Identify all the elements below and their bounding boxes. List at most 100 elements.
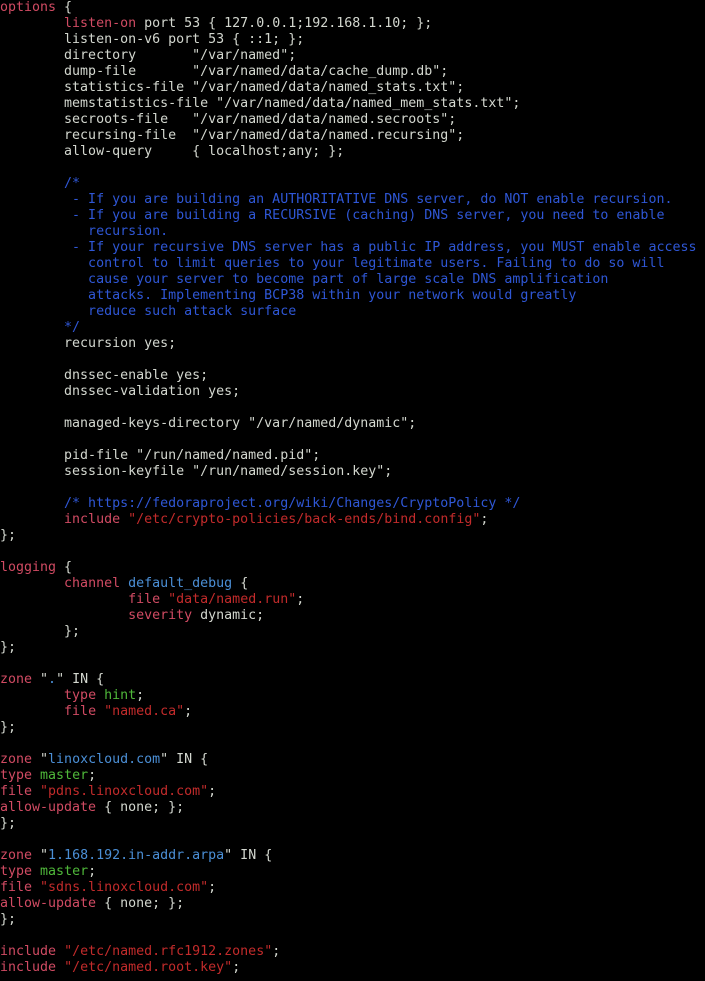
code-token-default — [32, 864, 40, 879]
code-token-default: ; — [208, 880, 217, 895]
code-token-default — [0, 16, 64, 31]
code-token-default: " IN { — [56, 672, 105, 687]
code-token-default — [56, 960, 64, 975]
code-token-string: "pdns.linoxcloud.com" — [40, 784, 209, 799]
code-token-keyword: allow-update — [0, 896, 97, 911]
code-token-default: dynamic; — [192, 608, 265, 623]
code-token-default: }; — [0, 640, 17, 655]
code-token-string: "/etc/named.root.key" — [64, 960, 233, 975]
code-token-comment: /* https://fedoraproject.org/wiki/Change… — [0, 496, 521, 511]
code-token-default: }; — [0, 720, 17, 735]
code-token-comment: */ — [0, 320, 81, 335]
code-token-keyword: channel — [64, 576, 121, 591]
code-token-default: ; — [184, 704, 193, 719]
code-line: listen-on-v6 port 53 { ::1; }; — [0, 32, 705, 48]
code-line: type master; — [0, 768, 705, 784]
code-token-default: directory "/var/named"; — [0, 48, 297, 63]
code-token-default — [96, 688, 104, 703]
code-token-default: ; — [296, 592, 305, 607]
code-token-default: ; — [136, 688, 145, 703]
code-token-comment: - If your recursive DNS server has a pub… — [0, 240, 697, 255]
code-token-default: " IN { — [224, 848, 273, 863]
code-line: cause your server to become part of larg… — [0, 272, 705, 288]
code-line: }; — [0, 624, 705, 640]
code-token-default: dnssec-validation yes; — [0, 384, 241, 399]
code-token-default: recursion yes; — [0, 336, 177, 351]
code-token-default — [120, 512, 128, 527]
code-editor-buffer[interactable]: options { listen-on port 53 { 127.0.0.1;… — [0, 0, 705, 976]
code-line: - If you are building a RECURSIVE (cachi… — [0, 208, 705, 224]
code-line: dump-file "/var/named/data/cache_dump.db… — [0, 64, 705, 80]
code-token-default — [0, 592, 128, 607]
code-line: type master; — [0, 864, 705, 880]
code-line: severity dynamic; — [0, 608, 705, 624]
code-line: dnssec-validation yes; — [0, 384, 705, 400]
code-line: file "sdns.linoxcloud.com"; — [0, 880, 705, 896]
code-line: }; — [0, 912, 705, 928]
code-token-type-value: master — [40, 864, 89, 879]
code-line: session-keyfile "/run/named/session.key"… — [0, 464, 705, 480]
code-line: channel default_debug { — [0, 576, 705, 592]
code-token-comment: control to limit queries to your legitim… — [0, 256, 665, 271]
code-token-default: dnssec-enable yes; — [0, 368, 209, 383]
code-token-channel-name: default_debug — [128, 576, 233, 591]
code-line: */ — [0, 320, 705, 336]
code-token-comment: recursion. — [0, 224, 169, 239]
code-token-comment: - If you are building a RECURSIVE (cachi… — [0, 208, 665, 223]
code-line: statistics-file "/var/named/data/named_s… — [0, 80, 705, 96]
code-token-keyword: listen-on — [64, 16, 137, 31]
code-line: logging { — [0, 560, 705, 576]
code-token-keyword: options — [0, 0, 57, 15]
code-line: pid-file "/run/named/named.pid"; — [0, 448, 705, 464]
code-token-default: port 53 { 127.0.0.1;192.168.1.10; }; — [136, 16, 433, 31]
code-line: reduce such attack surface — [0, 304, 705, 320]
code-token-default — [32, 880, 40, 895]
code-line: directory "/var/named"; — [0, 48, 705, 64]
code-line: }; — [0, 816, 705, 832]
code-line: recursion yes; — [0, 336, 705, 352]
code-line: - If your recursive DNS server has a pub… — [0, 240, 705, 256]
code-token-default — [0, 704, 64, 719]
code-token-keyword: logging — [0, 560, 57, 575]
code-line: allow-update { none; }; — [0, 896, 705, 912]
code-token-keyword: file — [0, 784, 33, 799]
code-token-default: ; — [232, 960, 241, 975]
code-token-default — [0, 608, 128, 623]
code-token-string: "named.ca" — [104, 704, 185, 719]
code-token-default: allow-query { localhost;any; }; — [0, 144, 345, 159]
code-token-comment: /* — [0, 176, 81, 191]
code-token-keyword: include — [0, 960, 57, 975]
code-token-string: "/etc/named.rfc1912.zones" — [64, 944, 273, 959]
code-token-type-value: hint — [104, 688, 137, 703]
code-line: }; — [0, 640, 705, 656]
code-token-default: { — [232, 576, 249, 591]
code-token-default — [160, 592, 168, 607]
code-token-default: listen-on-v6 port 53 { ::1; }; — [0, 32, 305, 47]
code-line: include "/etc/named.rfc1912.zones"; — [0, 944, 705, 960]
code-token-keyword: type — [64, 688, 97, 703]
code-line: dnssec-enable yes; — [0, 368, 705, 384]
code-token-default: }; — [0, 816, 17, 831]
code-token-keyword: type — [0, 768, 33, 783]
code-token-default: dump-file "/var/named/data/cache_dump.db… — [0, 64, 449, 79]
code-line: zone "." IN { — [0, 672, 705, 688]
code-token-type-value: master — [40, 768, 89, 783]
code-token-default: ; — [88, 768, 97, 783]
code-token-default: " — [32, 672, 49, 687]
terminal-window[interactable]: options { listen-on port 53 { 127.0.0.1;… — [0, 0, 705, 981]
code-line: file "named.ca"; — [0, 704, 705, 720]
code-token-default: { — [56, 560, 73, 575]
code-token-default — [0, 576, 64, 591]
code-token-default: secroots-file "/var/named/data/named.sec… — [0, 112, 457, 127]
code-token-default: " — [32, 848, 49, 863]
code-token-zone-name: 1.168.192.in-addr.arpa — [48, 848, 225, 863]
code-token-keyword: file — [0, 880, 33, 895]
code-token-default: managed-keys-directory "/var/named/dynam… — [0, 416, 417, 431]
code-line: attacks. Implementing BCP38 within your … — [0, 288, 705, 304]
